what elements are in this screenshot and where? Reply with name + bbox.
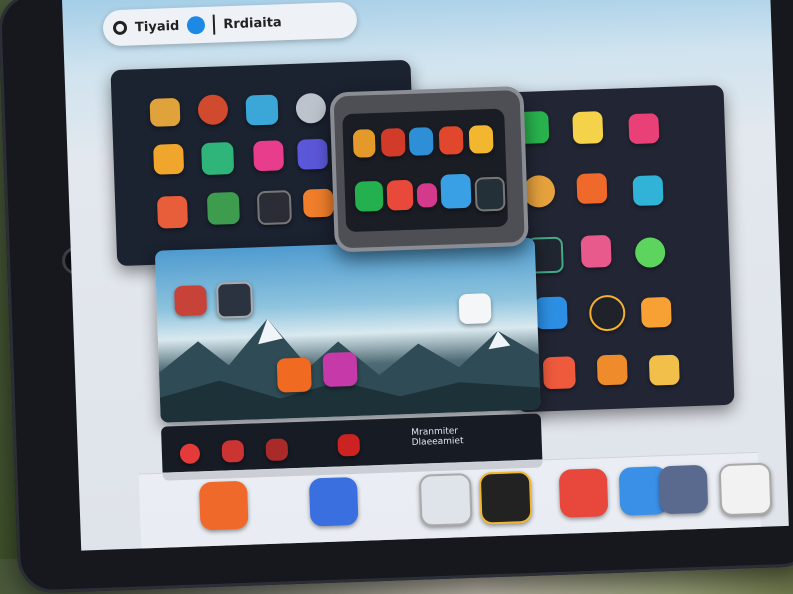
podcasts-app-icon[interactable] bbox=[322, 351, 358, 388]
maps-app-icon[interactable] bbox=[206, 191, 240, 225]
search-divider bbox=[212, 14, 216, 35]
photos-app-icon[interactable] bbox=[201, 142, 235, 176]
app-panel-right bbox=[505, 84, 735, 413]
camera-app-icon[interactable] bbox=[256, 190, 292, 226]
appletv-app-icon[interactable] bbox=[632, 175, 664, 207]
pinwheel-app-icon[interactable] bbox=[648, 354, 680, 386]
preview-icon-10[interactable] bbox=[474, 176, 506, 212]
dock-app-3[interactable] bbox=[418, 472, 473, 527]
preview-icon-6[interactable] bbox=[354, 180, 384, 212]
footer-icon-2[interactable] bbox=[221, 439, 245, 463]
search-bar[interactable]: Tiyaid Rrdiaita bbox=[102, 1, 358, 47]
heart-app-icon[interactable] bbox=[253, 140, 285, 172]
preview-icon-4[interactable] bbox=[438, 125, 464, 155]
preview-icon-3[interactable] bbox=[408, 127, 434, 156]
dock-app-1[interactable] bbox=[198, 480, 249, 531]
books-app-icon[interactable] bbox=[302, 188, 334, 218]
tablet-screen: Tiyaid Rrdiaita Mranmiter Dlaeeamiet bbox=[61, 0, 789, 551]
gallery-app-icon[interactable] bbox=[580, 234, 612, 268]
app-switch-icon[interactable] bbox=[187, 15, 206, 35]
notes-app-icon-2[interactable] bbox=[640, 296, 672, 328]
preview-icon-7[interactable] bbox=[386, 179, 414, 211]
preview-icon-8[interactable] bbox=[416, 182, 438, 208]
weather-app-icon[interactable] bbox=[245, 94, 279, 126]
preview-icon-2[interactable] bbox=[380, 128, 406, 157]
music-app-icon[interactable] bbox=[197, 94, 229, 126]
preview-icon-5[interactable] bbox=[468, 124, 494, 154]
files-app-icon[interactable] bbox=[153, 143, 185, 175]
calendar-app-icon[interactable] bbox=[156, 195, 189, 229]
photos-app-icon-2[interactable] bbox=[572, 111, 604, 145]
paint-app-icon[interactable] bbox=[542, 356, 576, 390]
footer-icon-1[interactable] bbox=[179, 443, 201, 465]
preview-icon-9[interactable] bbox=[440, 173, 472, 209]
skype-app-icon[interactable] bbox=[215, 281, 254, 319]
safari-app-icon[interactable] bbox=[295, 92, 327, 124]
appstore-app-icon[interactable] bbox=[534, 296, 568, 330]
record-icon bbox=[112, 20, 128, 36]
footer-icon-3[interactable] bbox=[265, 438, 289, 462]
dock-app-5[interactable] bbox=[558, 468, 609, 518]
search-left-text: Tiyaid bbox=[134, 18, 180, 35]
notes-app-icon[interactable] bbox=[149, 97, 181, 127]
search-right-text: Rrdiaita bbox=[223, 14, 282, 32]
footer-subtitle: Dlaeeamiet bbox=[411, 436, 464, 448]
footer-icon-4[interactable] bbox=[337, 433, 361, 457]
photo-booth-app-icon[interactable] bbox=[174, 285, 208, 317]
game-center-app-icon[interactable] bbox=[634, 237, 666, 269]
messenger-app-icon[interactable] bbox=[458, 293, 492, 325]
dock-app-7[interactable] bbox=[658, 464, 709, 515]
dock-app-8[interactable] bbox=[718, 462, 773, 517]
pages-app-icon[interactable] bbox=[576, 173, 608, 205]
siri-app-icon[interactable] bbox=[297, 138, 329, 170]
app-preview-popup[interactable] bbox=[329, 85, 529, 253]
stickies-app-icon[interactable] bbox=[628, 113, 660, 145]
preview-icon-1[interactable] bbox=[352, 129, 376, 158]
clock-app-icon[interactable] bbox=[588, 294, 626, 332]
arcade-app-icon[interactable] bbox=[276, 357, 312, 393]
dock-app-4[interactable] bbox=[478, 470, 533, 525]
popup-content bbox=[342, 108, 509, 233]
dock-app-2[interactable] bbox=[308, 476, 359, 527]
wallpaper-window bbox=[154, 237, 541, 423]
tablet-device: Tiyaid Rrdiaita Mranmiter Dlaeeamiet bbox=[0, 0, 793, 594]
photos-app-icon-3[interactable] bbox=[596, 354, 628, 386]
